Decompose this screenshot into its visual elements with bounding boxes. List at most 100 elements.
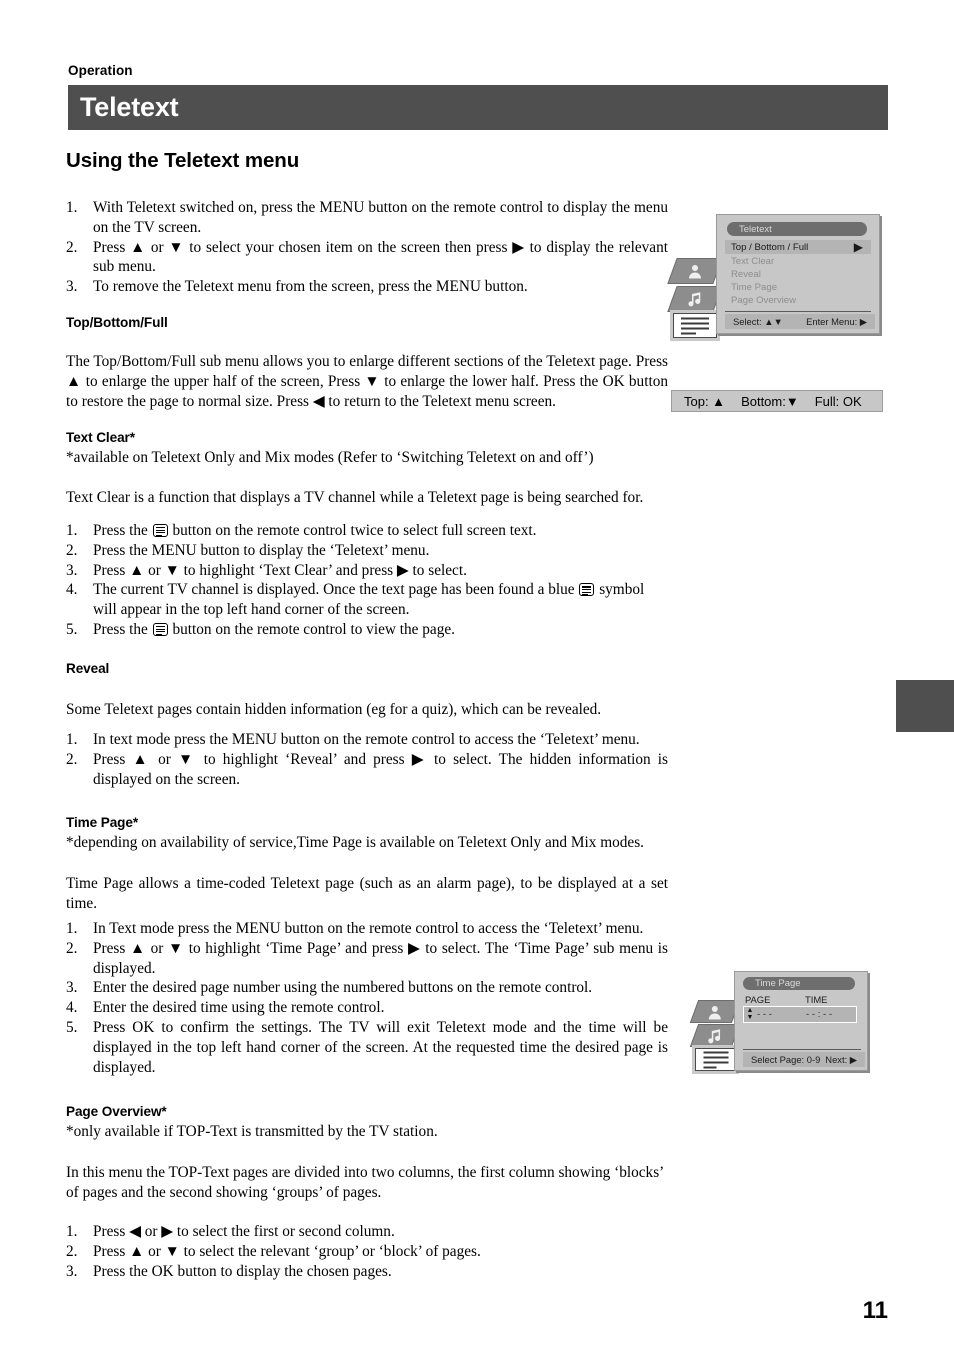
time-value: - - : - - xyxy=(806,1009,833,1020)
osd-footer-enter: Enter Menu: ▶ xyxy=(806,315,867,327)
page-edge-tab-marker xyxy=(896,680,954,732)
list-text: Press ▲ or ▼ to select your chosen item … xyxy=(93,238,668,276)
osd-item-text-clear[interactable]: Text Clear xyxy=(725,255,871,268)
osd-item-label: Reveal xyxy=(731,269,761,280)
list-text-post: button on the remote control to view the… xyxy=(168,620,455,638)
section-kicker: Operation xyxy=(68,63,133,78)
spinner-arrows-icon[interactable]: ▲ ▼ xyxy=(746,1007,754,1021)
list-text: In Text mode press the MENU button on th… xyxy=(93,920,644,937)
list-text: Press ▲ or ▼ to highlight ‘Time Page’ an… xyxy=(93,939,668,977)
list-number: 1. xyxy=(66,1223,78,1240)
list-item: 2. Press ▲ or ▼ to highlight ‘Time Page’… xyxy=(66,939,668,979)
list-number: 2. xyxy=(66,541,78,559)
list-item: 4. The current TV channel is displayed. … xyxy=(66,580,668,620)
osd-item-top-bottom-full[interactable]: Top / Bottom / Full ▶ xyxy=(725,240,871,254)
list-item: 1. In text mode press the MENU button on… xyxy=(66,730,668,750)
osd-item-label: Text Clear xyxy=(731,256,775,267)
text-tab-icon[interactable] xyxy=(695,1048,736,1071)
osd-item-time-page[interactable]: Time Page xyxy=(725,281,871,294)
heading-text-clear: Text Clear* xyxy=(66,430,135,445)
hint-full: Full: OK xyxy=(814,393,862,409)
list-text: Enter the desired page number using the … xyxy=(93,979,593,997)
text-tab-icon[interactable] xyxy=(673,313,717,338)
osd-item-reveal[interactable]: Reveal xyxy=(725,268,871,281)
picture-tab-icon[interactable] xyxy=(689,1000,741,1023)
section-heading: Using the Teletext menu xyxy=(66,149,300,172)
teletext-icon xyxy=(579,583,595,597)
list-text-pre: The current TV channel is displayed. Onc… xyxy=(93,581,579,599)
footnote-page-overview: *only available if TOP-Text is transmitt… xyxy=(66,1123,438,1140)
heading-top-bottom-full: Top/Bottom/Full xyxy=(66,315,168,330)
list-text: The current TV channel is displayed. Onc… xyxy=(93,580,668,620)
sound-tab-icon[interactable] xyxy=(689,1024,741,1047)
list-text: Press the button on the remote control t… xyxy=(93,521,668,541)
reveal-steps-list: 1. In text mode press the MENU button on… xyxy=(66,730,668,789)
osd-footer-next: Next: ▶ xyxy=(825,1053,857,1065)
page-value: - - - xyxy=(757,1009,772,1020)
list-number: 1. xyxy=(66,731,78,748)
list-item: 1. Press ◀ or ▶ to select the first or s… xyxy=(66,1222,668,1242)
list-item: 5. Press the button on the remote contro… xyxy=(66,620,668,640)
list-item: 5. Press OK to confirm the settings. The… xyxy=(66,1018,668,1077)
osd-col-header-page: PAGE xyxy=(745,994,771,1005)
list-number: 5. xyxy=(66,1018,78,1036)
list-number: 3. xyxy=(66,278,78,296)
list-text: Press ▲ or ▼ to highlight ‘Text Clear’ a… xyxy=(93,561,467,579)
sound-tab-icon[interactable] xyxy=(667,286,723,312)
footnote-text-clear: *available on Teletext Only and Mix mode… xyxy=(66,449,594,466)
osd-panel: Teletext Top / Bottom / Full ▶ Text Clea… xyxy=(716,214,880,334)
list-text: With Teletext switched on, press the MEN… xyxy=(93,199,668,236)
person-icon xyxy=(689,265,701,279)
osd-item-label: Page Overview xyxy=(731,295,797,306)
list-item: 3. Press the OK button to display the ch… xyxy=(66,1262,668,1282)
footnote-time-page: *depending on availability of service,Ti… xyxy=(66,834,644,851)
list-item: 2. Press ▲ or ▼ to highlight ‘Reveal’ an… xyxy=(66,750,668,790)
list-item: 1. In Text mode press the MENU button on… xyxy=(66,919,668,939)
list-number: 2. xyxy=(66,1242,78,1260)
osd-col-header-time: TIME xyxy=(805,994,828,1005)
chevron-right-icon: ▶ xyxy=(853,240,863,254)
teletext-icon xyxy=(152,622,168,636)
list-number: 4. xyxy=(66,999,78,1017)
time-page-steps-list: 1. In Text mode press the MENU button on… xyxy=(66,919,668,1077)
heading-time-page: Time Page* xyxy=(66,815,139,830)
list-number: 3. xyxy=(66,1262,78,1280)
osd-item-label: Time Page xyxy=(731,282,778,293)
picture-tab-icon[interactable] xyxy=(667,258,723,284)
list-number: 3. xyxy=(66,979,78,997)
osd-footer: Select Page: 0-9 Next: ▶ xyxy=(743,1052,865,1067)
list-text: In text mode press the MENU button on th… xyxy=(93,731,640,748)
list-number: 1. xyxy=(66,522,78,539)
osd-time-page: Time Page PAGE TIME ▲ ▼ - - - - - : - - … xyxy=(689,968,872,1076)
spinner-down-icon[interactable]: ▼ xyxy=(747,1014,754,1021)
list-text: Press ▲ or ▼ to select the relevant ‘gro… xyxy=(93,1242,481,1260)
osd-entry-row[interactable]: ▲ ▼ - - - - - : - - xyxy=(743,1006,857,1023)
list-item: 2. Press the MENU button to display the … xyxy=(66,541,668,561)
osd-item-page-overview[interactable]: Page Overview xyxy=(725,294,871,307)
osd-panel: Time Page PAGE TIME ▲ ▼ - - - - - : - - … xyxy=(734,971,868,1071)
list-text: Enter the desired time using the remote … xyxy=(93,999,385,1017)
list-item: 3. Press ▲ or ▼ to highlight ‘Text Clear… xyxy=(66,561,668,581)
list-number: 2. xyxy=(66,750,78,768)
list-text-post: button on the remote control twice to se… xyxy=(168,522,537,539)
osd-divider xyxy=(725,311,871,312)
page-title: Teletext xyxy=(80,91,179,122)
list-text: Press the OK button to display the chose… xyxy=(93,1262,392,1280)
list-text-pre: Press the xyxy=(93,620,152,638)
music-note-icon xyxy=(708,1028,721,1043)
list-number: 1. xyxy=(66,920,78,937)
list-number: 4. xyxy=(66,581,78,599)
list-item: 1. Press the button on the remote contro… xyxy=(66,521,668,541)
list-item: 3. Enter the desired page number using t… xyxy=(66,978,668,998)
heading-page-overview: Page Overview* xyxy=(66,1104,167,1119)
list-number: 2. xyxy=(66,238,78,256)
hint-top: Top: ▲ xyxy=(684,393,726,409)
list-text-pre: Press the xyxy=(93,522,152,539)
person-icon xyxy=(709,1005,721,1019)
list-item: 1. With Teletext switched on, press the … xyxy=(66,198,668,238)
list-text: Press ◀ or ▶ to select the first or seco… xyxy=(93,1223,395,1240)
music-note-icon xyxy=(688,292,701,307)
list-text: Press ▲ or ▼ to highlight ‘Reveal’ and p… xyxy=(93,750,668,788)
list-number: 1. xyxy=(66,199,78,216)
list-text: Press the button on the remote control t… xyxy=(93,620,668,640)
